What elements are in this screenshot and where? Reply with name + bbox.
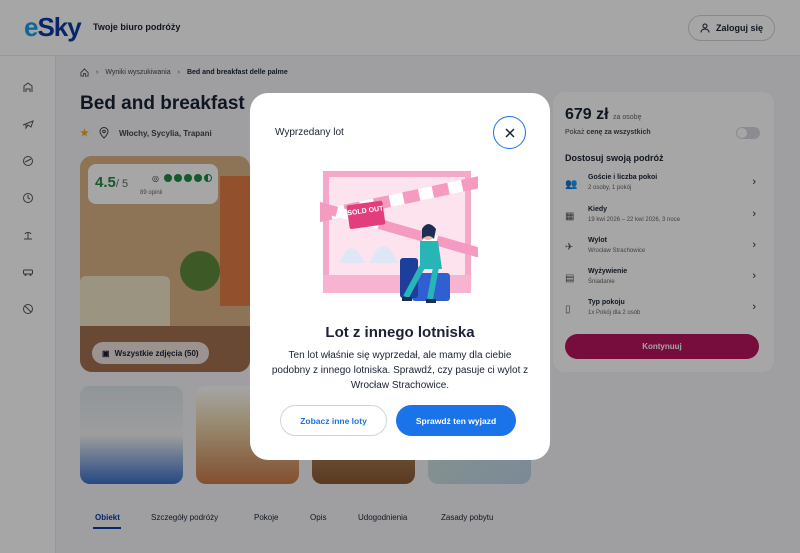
modal-body: Ten lot właśnie się wyprzedał, ale mamy … — [271, 350, 529, 391]
close-button[interactable] — [493, 116, 526, 149]
modal-title: Wyprzedany lot — [275, 127, 344, 138]
sold-out-illustration: SOLD OUT — [320, 171, 478, 303]
close-icon — [504, 127, 515, 138]
modal-headline: Lot z innego lotniska — [325, 324, 475, 341]
check-this-trip-button[interactable]: Sprawdź ten wyjazd — [396, 405, 516, 436]
sold-out-modal: Wyprzedany lot SOLD OUT Lot z innego lot… — [250, 93, 550, 460]
see-other-flights-button[interactable]: Zobacz inne loty — [280, 405, 387, 436]
